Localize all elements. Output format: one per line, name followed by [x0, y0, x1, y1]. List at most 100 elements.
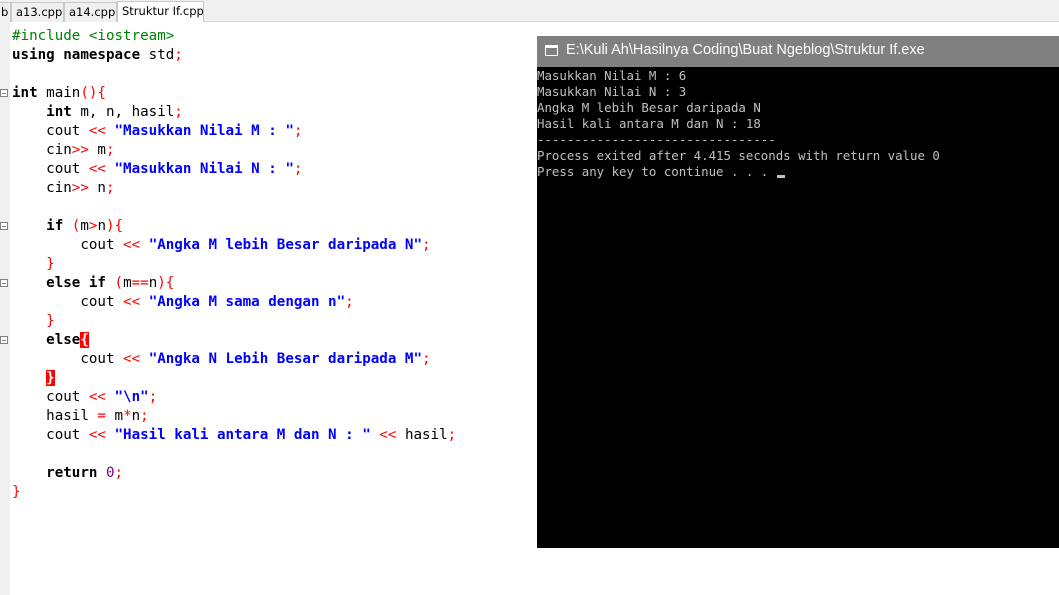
- code-line: }: [12, 483, 21, 502]
- code-line: cout << "Angka M sama dengan n";: [12, 293, 354, 312]
- code-line: }: [12, 369, 55, 388]
- semicolon: ;: [447, 427, 457, 443]
- semicolon: ;: [140, 408, 149, 424]
- text-cursor: [776, 175, 785, 178]
- identifier: cout: [80, 294, 115, 310]
- semicolon: ;: [422, 351, 431, 367]
- semicolon: ;: [148, 389, 158, 405]
- code-line: int main(){: [12, 84, 106, 103]
- code-line: #include <iostream>: [12, 27, 174, 46]
- console-window[interactable]: E:\Kuli Ah\Hasilnya Coding\Buat Ngeblog\…: [537, 36, 1059, 548]
- code-line: }: [12, 255, 55, 274]
- keyword: else if: [46, 275, 106, 291]
- tab-partial[interactable]: b: [0, 2, 11, 22]
- operator: <<: [370, 427, 405, 443]
- tab-label: a14.cpp: [69, 5, 116, 19]
- keyword: else: [46, 332, 81, 348]
- operator: =: [97, 408, 106, 424]
- string-literal: "Angka M lebih Besar daripada N": [148, 237, 423, 253]
- fold-toggle-icon[interactable]: [0, 336, 8, 344]
- string-literal: "Hasil kali antara M dan N : ": [114, 427, 371, 443]
- console-app-icon: [545, 45, 558, 56]
- identifier: cin: [46, 180, 72, 196]
- identifier: hasil: [46, 408, 98, 424]
- code-line: else{: [12, 331, 89, 350]
- string-literal: "\n": [114, 389, 149, 405]
- tab-label: b: [1, 5, 9, 19]
- identifier: m: [105, 408, 124, 424]
- identifier: cin: [46, 142, 72, 158]
- symbol: }: [46, 256, 55, 272]
- file-tab-bar: b a13.cpp a14.cpp Struktur If.cpp: [0, 0, 1059, 23]
- identifier: cout: [80, 237, 115, 253]
- operator: >>: [71, 142, 89, 158]
- semicolon: ;: [345, 294, 354, 310]
- fold-toggle-icon[interactable]: [0, 89, 8, 97]
- tab-a14[interactable]: a14.cpp: [64, 2, 117, 22]
- semicolon: ;: [293, 161, 303, 177]
- operator: <<: [114, 351, 149, 367]
- console-output-line: Masukkan Nilai N : 3: [537, 84, 687, 99]
- semicolon: ;: [114, 465, 124, 481]
- operator: <<: [80, 123, 115, 139]
- keyword: int: [46, 104, 72, 120]
- operator: *: [123, 408, 132, 424]
- symbol: ){: [157, 275, 175, 291]
- code-line: cout << "Hasil kali antara M dan N : " <…: [12, 426, 456, 445]
- code-line: cout << "\n";: [12, 388, 157, 407]
- symbol: (: [105, 275, 124, 291]
- operator: <<: [80, 161, 115, 177]
- identifier: n: [148, 275, 158, 291]
- keyword: using namespace: [12, 47, 141, 63]
- code-line: cout << "Angka N Lebih Besar daripada M"…: [12, 350, 431, 369]
- semicolon: ;: [174, 104, 183, 120]
- tab-a13[interactable]: a13.cpp: [11, 2, 64, 22]
- code-line: cout << "Masukkan Nilai M : ";: [12, 122, 302, 141]
- symbol: }: [46, 313, 55, 329]
- code-line: if (m>n){: [12, 217, 123, 236]
- identifier: cout: [46, 389, 81, 405]
- console-output-line: Masukkan Nilai M : 6: [537, 68, 687, 83]
- operator: <<: [80, 427, 115, 443]
- identifier: m: [88, 142, 106, 158]
- code-line: return 0;: [12, 464, 123, 483]
- console-output-line: Hasil kali antara M dan N : 18: [537, 116, 761, 131]
- fold-toggle-icon[interactable]: [0, 279, 8, 287]
- identifier: hasil: [404, 427, 448, 443]
- tab-label: Struktur If.cpp: [122, 4, 204, 18]
- identifier: n: [97, 218, 106, 234]
- console-title-bar[interactable]: E:\Kuli Ah\Hasilnya Coding\Buat Ngeblog\…: [537, 36, 1059, 67]
- preprocessor-directive: #include <iostream>: [12, 28, 175, 44]
- operator: <<: [80, 389, 115, 405]
- identifier: m: [123, 275, 132, 291]
- fold-toggle-icon[interactable]: [0, 222, 8, 230]
- identifier: main: [37, 85, 81, 101]
- code-line: int m, n, hasil;: [12, 103, 183, 122]
- keyword: if: [46, 218, 64, 234]
- keyword: int: [12, 85, 38, 101]
- symbol: ){: [106, 218, 124, 234]
- tab-struktur-if[interactable]: Struktur If.cpp: [117, 1, 204, 23]
- identifier: m: [80, 218, 89, 234]
- semicolon: ;: [174, 47, 183, 63]
- symbol: (){: [80, 85, 106, 101]
- console-output-line: Process exited after 4.415 seconds with …: [537, 148, 940, 163]
- console-prompt-text: Press any key to continue . . .: [537, 164, 776, 179]
- identifier: n: [131, 408, 141, 424]
- keyword: return: [46, 465, 98, 481]
- editor-gutter: [0, 22, 10, 595]
- code-line: cin>> n;: [12, 179, 114, 198]
- code-line: }: [12, 312, 55, 331]
